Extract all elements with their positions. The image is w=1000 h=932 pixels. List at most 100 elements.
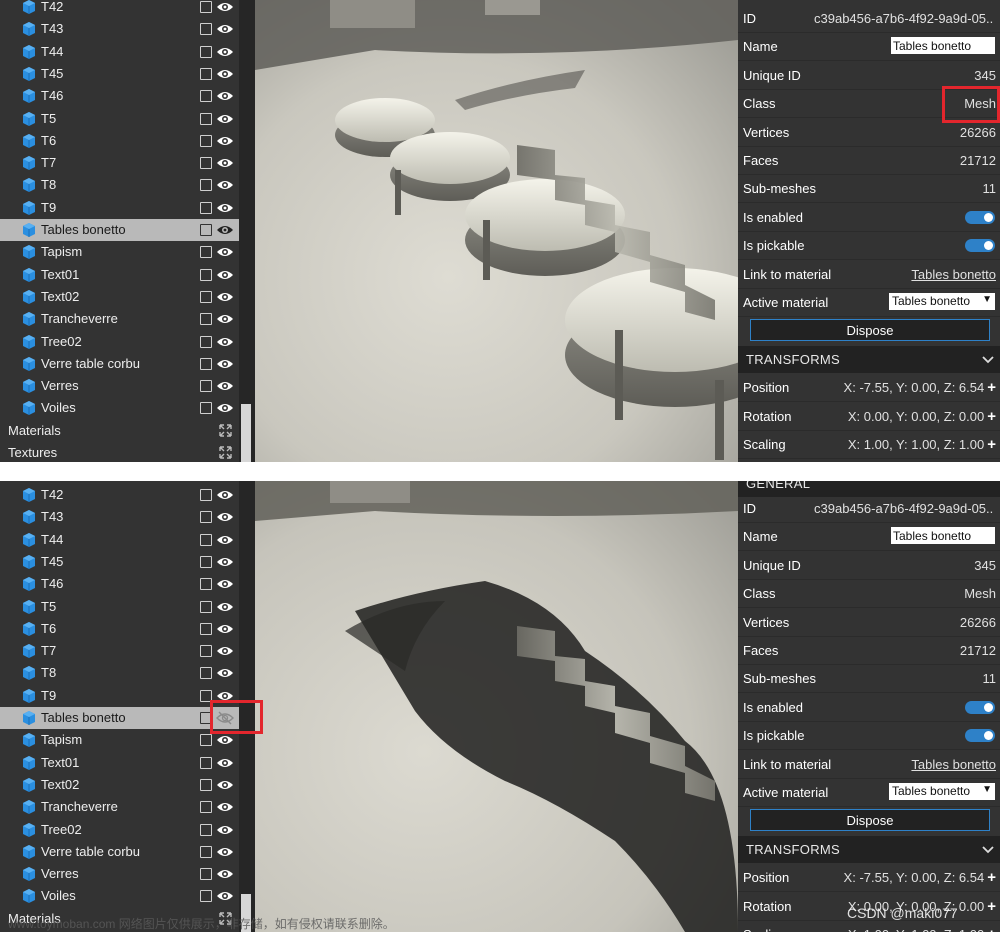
eye-icon[interactable] [216, 666, 234, 680]
tree-item[interactable]: T6 [0, 130, 239, 152]
name-input[interactable] [891, 37, 995, 55]
eye-icon[interactable] [216, 800, 234, 814]
eye-icon[interactable] [216, 488, 234, 502]
material-link[interactable]: Tables bonetto [911, 757, 996, 772]
select-checkbox[interactable] [200, 402, 212, 415]
select-checkbox[interactable] [200, 511, 212, 524]
tree-item[interactable]: Text01 [0, 752, 239, 774]
select-checkbox[interactable] [200, 380, 212, 393]
eye-icon[interactable] [216, 600, 234, 614]
select-checkbox[interactable] [200, 45, 212, 58]
chevron-down-icon[interactable] [982, 353, 994, 365]
eye-icon[interactable] [216, 201, 234, 215]
dispose-button[interactable]: Dispose [750, 809, 990, 832]
select-checkbox[interactable] [200, 801, 212, 814]
plus-icon[interactable]: + [987, 380, 996, 395]
tree-item[interactable]: T9 [0, 197, 239, 219]
tree-item[interactable]: T7 [0, 152, 239, 174]
tree-item[interactable]: T5 [0, 108, 239, 130]
eye-icon[interactable] [216, 268, 234, 282]
tree-item[interactable]: Text01 [0, 264, 239, 286]
tree-item[interactable]: Verres [0, 863, 239, 885]
tree-item[interactable]: Tree02 [0, 331, 239, 353]
scene-explorer-scrollbar[interactable] [239, 0, 255, 462]
expand-arrows-icon[interactable] [219, 446, 232, 459]
tree-item[interactable]: Tree02 [0, 819, 239, 841]
select-checkbox[interactable] [200, 67, 212, 80]
tree-item[interactable]: Trancheverre [0, 308, 239, 330]
active-material-select[interactable]: Tables bonetto ▼ [889, 783, 995, 800]
select-checkbox[interactable] [200, 246, 212, 259]
select-checkbox[interactable] [200, 224, 212, 236]
tree-item[interactable]: T8 [0, 662, 239, 684]
eye-icon[interactable] [216, 733, 234, 747]
select-checkbox[interactable] [200, 600, 212, 613]
tree-item[interactable]: T8 [0, 174, 239, 196]
tree-item[interactable]: Tables bonetto [0, 219, 239, 241]
eye-icon[interactable] [216, 178, 234, 192]
tree-section[interactable]: Textures [0, 442, 239, 462]
tree-item[interactable]: T45 [0, 63, 239, 85]
eye-icon[interactable] [216, 112, 234, 126]
select-checkbox[interactable] [200, 845, 212, 858]
tree-item[interactable]: Trancheverre [0, 796, 239, 818]
select-checkbox[interactable] [200, 268, 212, 281]
tree-item[interactable]: T46 [0, 85, 239, 107]
eye-icon[interactable] [216, 778, 234, 792]
section-transforms-header[interactable]: TRANSFORMS [738, 346, 1000, 374]
eye-icon[interactable] [216, 756, 234, 770]
select-checkbox[interactable] [200, 555, 212, 568]
eye-icon[interactable] [216, 134, 234, 148]
eye-icon[interactable] [216, 622, 234, 636]
select-checkbox[interactable] [200, 533, 212, 546]
tree-item[interactable]: Tapism [0, 729, 239, 751]
tree-item[interactable]: T9 [0, 685, 239, 707]
tree-item[interactable]: T7 [0, 640, 239, 662]
select-checkbox[interactable] [200, 622, 212, 635]
tree-item[interactable]: T42 [0, 484, 239, 506]
select-checkbox[interactable] [200, 313, 212, 326]
tree-item[interactable]: T44 [0, 529, 239, 551]
eye-icon[interactable] [216, 357, 234, 371]
eye-icon[interactable] [216, 0, 234, 14]
material-link[interactable]: Tables bonetto [911, 267, 996, 282]
eye-icon[interactable] [216, 223, 234, 237]
eye-icon[interactable] [216, 577, 234, 591]
chevron-down-icon[interactable] [982, 843, 994, 855]
eye-icon[interactable] [216, 379, 234, 393]
eye-icon[interactable] [216, 845, 234, 859]
enabled-toggle[interactable] [965, 210, 995, 224]
plus-icon[interactable]: + [987, 437, 996, 452]
section-transforms-header[interactable]: TRANSFORMS [738, 836, 1000, 864]
select-checkbox[interactable] [200, 201, 212, 214]
select-checkbox[interactable] [200, 112, 212, 125]
eye-icon[interactable] [216, 644, 234, 658]
eye-icon[interactable] [216, 312, 234, 326]
tree-item[interactable]: Text02 [0, 286, 239, 308]
eye-icon[interactable] [216, 89, 234, 103]
name-input[interactable] [891, 527, 995, 545]
eye-icon[interactable] [216, 335, 234, 349]
eye-icon[interactable] [216, 867, 234, 881]
tree-item[interactable]: Voiles [0, 885, 239, 907]
select-checkbox[interactable] [200, 157, 212, 170]
tree-item[interactable]: T6 [0, 618, 239, 640]
select-checkbox[interactable] [200, 90, 212, 103]
select-checkbox[interactable] [200, 823, 212, 836]
tree-item[interactable]: Text02 [0, 774, 239, 796]
dispose-button[interactable]: Dispose [750, 319, 990, 342]
tree-item[interactable]: T43 [0, 18, 239, 40]
eye-icon[interactable] [216, 889, 234, 903]
eye-icon[interactable] [216, 290, 234, 304]
tree-item[interactable]: T5 [0, 596, 239, 618]
eye-icon[interactable] [216, 401, 234, 415]
tree-item[interactable]: Voiles [0, 397, 239, 419]
eye-icon[interactable] [216, 823, 234, 837]
expand-arrows-icon[interactable] [219, 423, 232, 437]
eye-icon[interactable] [216, 67, 234, 81]
tree-item[interactable]: Tables bonetto [0, 707, 239, 729]
pickable-toggle[interactable] [965, 239, 995, 253]
eye-icon[interactable] [216, 533, 234, 547]
select-checkbox[interactable] [200, 290, 212, 303]
tree-section[interactable]: Materials [0, 420, 239, 442]
